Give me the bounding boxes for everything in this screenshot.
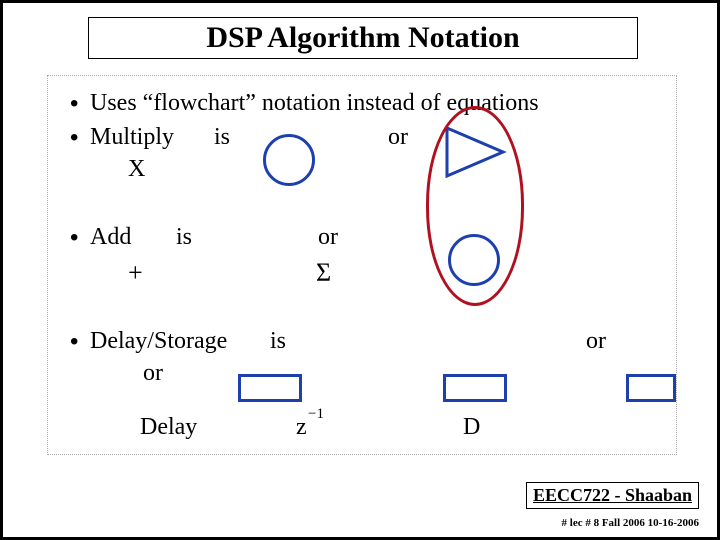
bullet-3-label: Add xyxy=(90,224,131,251)
bullet-4-or-below: or xyxy=(143,360,163,387)
bullet-4-or-right: or xyxy=(586,328,606,355)
bullet-3-or: or xyxy=(318,224,338,251)
bullet-2-or: or xyxy=(388,124,408,151)
bullet-2-is: is xyxy=(214,124,230,151)
z-exponent: −1 xyxy=(308,406,324,423)
highlight-oval xyxy=(426,106,524,306)
add-sigma-symbol: Σ xyxy=(316,258,331,288)
add-plus-symbol: + xyxy=(128,258,143,288)
bullet-3-is: is xyxy=(176,224,192,251)
multiply-circle-icon xyxy=(263,134,315,186)
bullet-dot: • xyxy=(70,124,78,152)
slide: DSP Algorithm Notation • Uses “flowchart… xyxy=(0,0,720,540)
footer-course: EECC722 - Shaaban xyxy=(526,482,699,509)
slide-title: DSP Algorithm Notation xyxy=(88,17,638,59)
content-area: • Uses “flowchart” notation instead of e… xyxy=(47,75,677,455)
bullet-dot: • xyxy=(70,224,78,252)
multiply-x-symbol: X xyxy=(128,156,145,183)
footer-meta: # lec # 8 Fall 2006 10-16-2006 xyxy=(562,517,699,529)
delay-rect-1-icon xyxy=(238,374,302,402)
delay-rect-2-icon xyxy=(443,374,507,402)
bullet-dot: • xyxy=(70,90,78,118)
bullet-4-is: is xyxy=(270,328,286,355)
bullet-dot: • xyxy=(70,328,78,356)
delay-rect-3-icon xyxy=(626,374,676,402)
bullet-4-label: Delay/Storage xyxy=(90,328,227,355)
z-base: z xyxy=(296,414,307,441)
d-label: D xyxy=(463,414,480,441)
delay-label: Delay xyxy=(140,414,197,441)
bullet-2-label: Multiply xyxy=(90,124,174,151)
